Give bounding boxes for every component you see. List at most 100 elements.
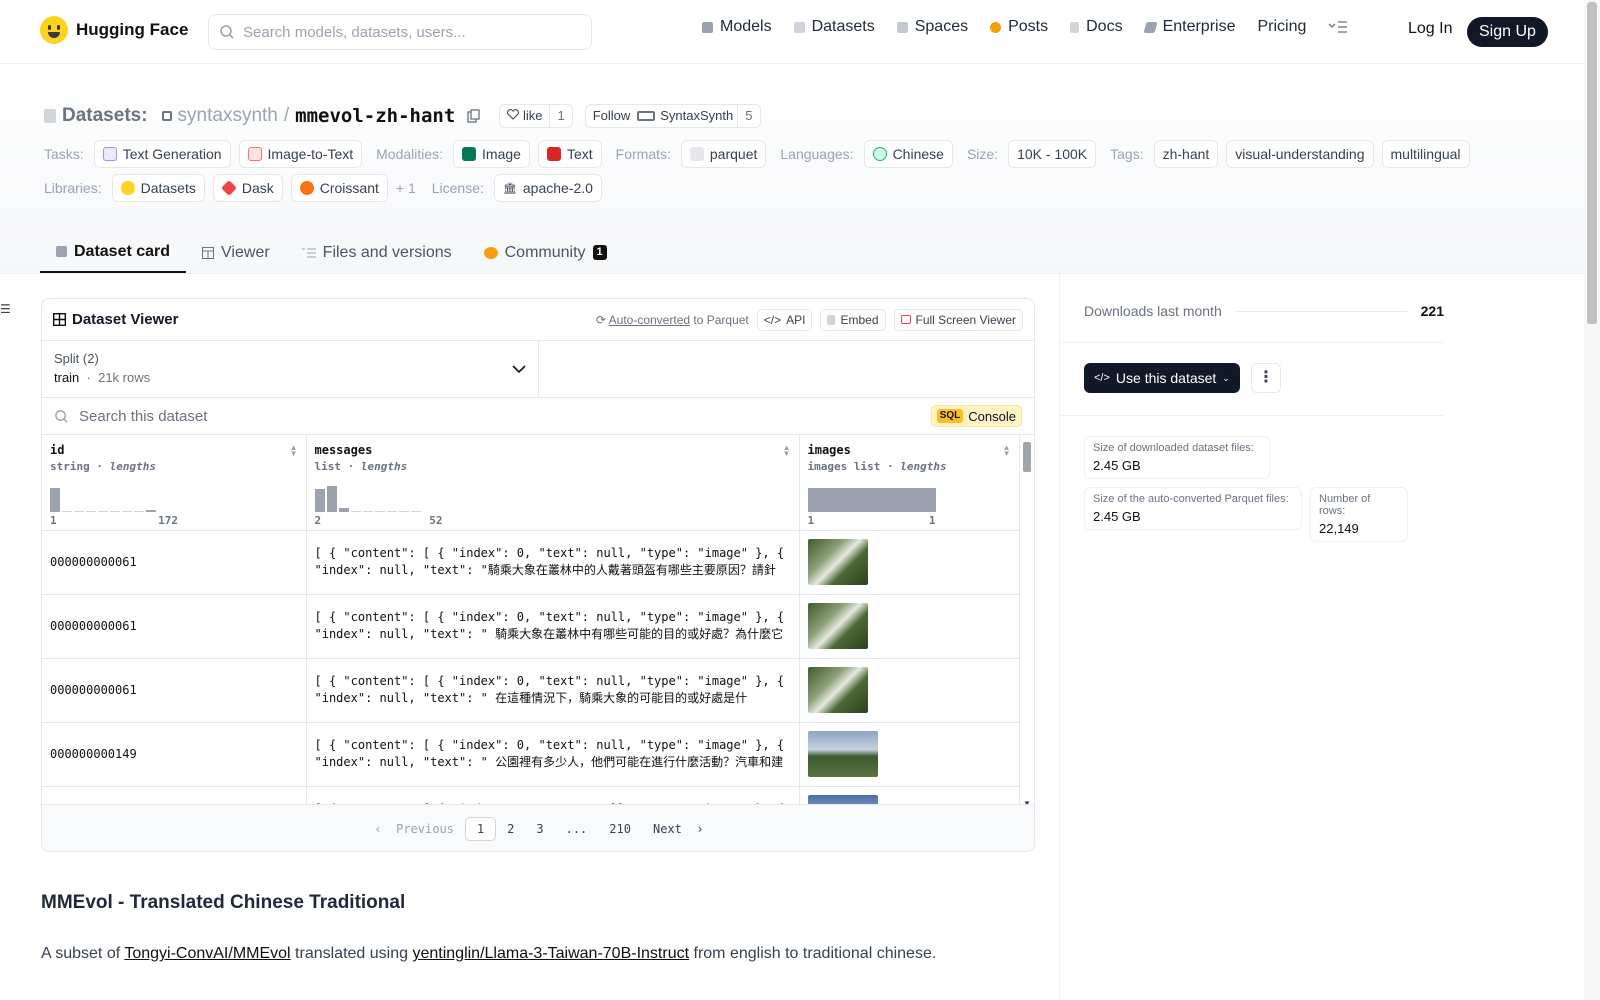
repo-name[interactable]: mmevol-zh-hant (295, 105, 455, 127)
repo-tabs: Dataset card Viewer Files and versions C… (40, 232, 623, 273)
owner-link[interactable]: syntaxsynth (178, 105, 278, 127)
more-menu-button[interactable] (1328, 20, 1348, 34)
sql-console-button[interactable]: SQL Console (930, 405, 1022, 427)
table-row[interactable]: 000000000061 [ { "content": [ { "index":… (42, 658, 1020, 723)
image-thumbnail[interactable] (807, 539, 868, 585)
nav-link-spaces[interactable]: Spaces (896, 18, 968, 36)
nav-link-datasets[interactable]: Datasets (793, 18, 875, 36)
image-thumbnail[interactable] (807, 667, 868, 713)
page-button[interactable]: 3 (525, 818, 554, 840)
nav-link-docs[interactable]: Docs (1070, 18, 1123, 36)
tab-files[interactable]: Files and versions (286, 232, 468, 273)
cell-id[interactable]: 000000000061 (42, 658, 307, 723)
viewer-actions: ⟳ Auto-converted to Parquet </> API Embed… (596, 308, 1023, 331)
modality-tag[interactable]: Image (453, 140, 530, 168)
embed-button[interactable]: Embed (820, 308, 886, 331)
signup-button[interactable]: Sign Up (1467, 17, 1548, 47)
format-tag[interactable]: parquet (680, 140, 767, 168)
modality-tag[interactable]: Text (537, 140, 602, 168)
nav-link-posts[interactable]: Posts (990, 18, 1048, 36)
size-tag[interactable]: 10K - 100K (1008, 140, 1097, 168)
cell-messages[interactable]: [ { "content": [ { "index": 0, "text": n… (306, 530, 800, 595)
page-scrollbar-thumb[interactable] (1587, 2, 1597, 324)
dataset-search-input[interactable] (79, 407, 779, 425)
nav-link-enterprise[interactable]: Enterprise (1143, 18, 1235, 36)
page-scrollbar[interactable] (1584, 0, 1600, 1000)
task-tag[interactable]: Image-to-Text (238, 140, 363, 168)
fullscreen-viewer-button[interactable]: Full Screen Viewer (893, 308, 1023, 331)
login-link[interactable]: Log In (1408, 20, 1452, 38)
database-icon (44, 109, 56, 123)
more-options-button[interactable]: ⋮ (1251, 363, 1281, 393)
histogram-bar (362, 510, 373, 512)
table-row[interactable]: 000000000149 [ { "content": [ { "index":… (42, 722, 1020, 787)
table-row[interactable]: 000000000061 [ { "content": [ { "index":… (42, 530, 1020, 595)
split-row: Split (2) train · 21k rows (42, 341, 1034, 398)
cell-images[interactable] (799, 722, 1020, 787)
sidebar-toggle-icon[interactable]: ☰ (0, 302, 11, 316)
image-thumbnail[interactable] (807, 731, 878, 777)
library-tag[interactable]: Datasets (111, 174, 205, 202)
sort-icon[interactable]: ▲ ▼ (1003, 444, 1011, 458)
cell-id[interactable]: 000000000061 (42, 530, 307, 595)
keyword-tag[interactable]: zh-hant (1153, 140, 1219, 168)
tab-community[interactable]: Community 1 (468, 232, 623, 273)
libraries-more[interactable]: + 1 (396, 180, 416, 196)
use-dataset-button[interactable]: </> Use this dataset ⌄ (1084, 363, 1240, 393)
global-search-input[interactable] (243, 23, 563, 41)
nav-link-pricing[interactable]: Pricing (1257, 18, 1306, 36)
model-link[interactable]: yentinglin/Llama-3-Taiwan-70B-Instruct (412, 945, 689, 962)
next-page-button[interactable]: Next › (642, 818, 715, 840)
nav-link-models[interactable]: Models (702, 18, 772, 36)
follow-button[interactable]: Follow SyntaxSynth 5 (584, 104, 761, 128)
table-row[interactable]: 000000000061 [ { "content": [ { "index":… (42, 594, 1020, 659)
dataset-search[interactable]: SQL Console (42, 398, 1034, 435)
sort-icon[interactable]: ▲ ▼ (783, 444, 791, 458)
tab-label: Community (504, 243, 586, 261)
keyword-tag[interactable]: visual-understanding (1226, 140, 1374, 168)
cell-images[interactable] (799, 530, 1020, 595)
previous-page-button[interactable]: ‹ Previous (363, 818, 464, 840)
cell-id[interactable]: 000000000061 (42, 594, 307, 659)
sort-icon[interactable]: ▲ ▼ (290, 444, 298, 458)
cell-messages[interactable]: [ { "content": [ { "index": 0, "text": n… (306, 658, 800, 723)
task-tag[interactable]: Text Generation (93, 140, 231, 168)
cell-id[interactable]: 000000000149 (42, 722, 307, 787)
copy-icon[interactable] (467, 109, 481, 123)
page-button[interactable]: 2 (496, 818, 525, 840)
page-button[interactable]: 210 (598, 818, 642, 840)
library-tag[interactable]: Croissant (290, 174, 388, 202)
split-select[interactable]: Split (2) train · 21k rows (42, 341, 539, 397)
parquet-icon (689, 147, 704, 161)
page-button[interactable]: ... (555, 818, 599, 840)
language-tag[interactable]: Chinese (863, 140, 953, 168)
global-search[interactable] (208, 14, 592, 50)
column-header-images[interactable]: images images list · lengths ▲ ▼ 11 (799, 435, 1020, 531)
source-dataset-link[interactable]: Tongyi-ConvAI/MMEvol (124, 945, 290, 962)
scrollbar-thumb[interactable] (1023, 442, 1031, 472)
cell-messages[interactable]: [ { "content": [ { "index": 0, "text": n… (306, 722, 800, 787)
column-header-messages[interactable]: messages list · lengths ▲ ▼ 2 52 (306, 435, 800, 531)
tag-label: Text Generation (122, 146, 222, 162)
image-thumbnail[interactable] (807, 603, 868, 649)
tab-dataset-card[interactable]: Dataset card (40, 232, 187, 273)
api-button[interactable]: </> API (756, 308, 813, 331)
keyword-tag[interactable]: multilingual (1381, 140, 1470, 168)
page-button[interactable]: 1 (464, 816, 497, 841)
cell-messages[interactable]: [ { "content": [ { "index": 0, "text": n… (306, 594, 800, 659)
library-tag[interactable]: Dask (212, 174, 283, 202)
brand-logo[interactable]: Hugging Face (40, 16, 188, 44)
like-button[interactable]: like 1 (499, 104, 573, 128)
cell-images[interactable] (799, 594, 1020, 659)
license-tag[interactable]: 🏛 apache-2.0 (493, 174, 602, 202)
histogram-max: 1 (928, 513, 936, 527)
table-scrollbar[interactable]: ▼ (1022, 442, 1032, 808)
auto-converted-info[interactable]: ⟳ Auto-converted to Parquet (596, 313, 749, 327)
cell-images[interactable] (799, 658, 1020, 723)
download-size-stat: Size of downloaded dataset files: 2.45 G… (1084, 436, 1270, 479)
to-parquet-text: to Parquet (693, 312, 749, 327)
message-line: [ { "content": [ { "index": 0, "text": n… (314, 738, 785, 752)
use-dataset-label: Use this dataset (1115, 370, 1217, 386)
tab-viewer[interactable]: Viewer (186, 232, 286, 273)
column-header-id[interactable]: id string · lengths ▲ ▼ 1 172 (42, 435, 307, 531)
